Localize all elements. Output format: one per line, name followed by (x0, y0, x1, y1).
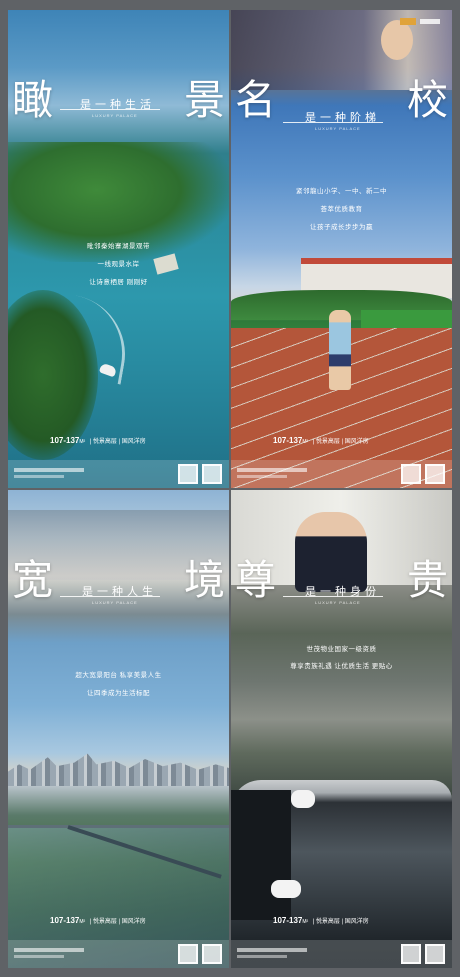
poster-school: 名 校 是一种阶梯 LUXURY PALACE 紧邻龍山小学、一中、新二中 荟萃… (231, 10, 452, 488)
contact-address (237, 475, 287, 478)
qr-code-icon (202, 464, 222, 484)
qr-code-icon (202, 944, 222, 964)
white-glove (271, 880, 301, 898)
qr-code-icon (178, 944, 198, 964)
poster-footer: 107-137M² | 悦景高层 | 国风洋房 (8, 426, 229, 488)
copy-line: 让孩子成长步步为赢 (310, 224, 373, 231)
copy-line: 荟萃优质教育 (320, 206, 363, 213)
qr-code-icon (425, 944, 445, 964)
contact-address (14, 955, 64, 958)
child-with-backpack (329, 310, 351, 390)
headline-left-char: 名 (235, 76, 276, 124)
copy-line: 尊享贵族礼遇 让优质生活 更贴心 (290, 663, 393, 670)
copy-line: 一线观景水岸 (97, 261, 140, 268)
tagline: 是一种身份 (305, 585, 380, 598)
contact-phone (14, 948, 84, 952)
headline-right-char: 景 (184, 76, 225, 124)
tagline-en: LUXURY PALACE (92, 113, 138, 118)
spec-types: | 悦景高层 | 国风洋房 (89, 919, 146, 925)
contact-phone (14, 468, 84, 472)
specs-line: 107-137M² | 悦景高层 | 国风洋房 (50, 430, 146, 448)
poster-footer: 107-137M² | 悦景高层 | 国风洋房 (231, 426, 452, 488)
headline-right-char: 境 (184, 556, 225, 604)
qr-code-icon (401, 944, 421, 964)
contact-bar (8, 460, 229, 488)
tagline-en: LUXURY PALACE (315, 126, 361, 131)
spec-types: | 悦景高层 | 国风洋房 (312, 919, 369, 925)
spec-area: 107-137 (273, 436, 303, 445)
copy-line: 世茂物业国家一级资质 (306, 646, 377, 653)
contact-phone (237, 948, 307, 952)
butler-sleeve (231, 790, 291, 920)
headline-left-char: 宽 (12, 556, 53, 604)
specs-line: 107-137M² | 悦景高层 | 国风洋房 (50, 910, 146, 928)
tagline-en: LUXURY PALACE (92, 600, 138, 605)
poster-lake-view: 瞰 景 是一种生活 LUXURY PALACE 毗邻秦始寨湖景观带 一线观景水岸… (8, 10, 229, 488)
qr-code-icon (178, 464, 198, 484)
contact-bar (231, 940, 452, 968)
contact-bar (231, 460, 452, 488)
spec-unit: M² (302, 439, 309, 445)
qr-code-icon (425, 464, 445, 484)
poster-butler: 尊 贵 是一种身份 LUXURY PALACE 世茂物业国家一级资质 尊享贵族礼… (231, 490, 452, 968)
contact-address (237, 955, 287, 958)
qr-code-icon (401, 464, 421, 484)
poster-balcony: 宽 境 是一种人生 LUXURY PALACE 超大宽景阳台 私享美景人生 让四… (8, 490, 229, 968)
headline-right-char: 贵 (407, 556, 448, 604)
specs-line: 107-137M² | 悦景高层 | 国风洋房 (273, 430, 369, 448)
tagline: 是一种人生 (82, 585, 157, 598)
copy-line: 紧邻龍山小学、一中、新二中 (296, 188, 387, 195)
poster-footer: 107-137M² | 悦景高层 | 国风洋房 (231, 906, 452, 968)
specs-line: 107-137M² | 悦景高层 | 国风洋房 (273, 910, 369, 928)
contact-address (14, 475, 64, 478)
spec-types: | 悦景高层 | 国风洋房 (89, 439, 146, 445)
developer-logo (400, 18, 440, 26)
copy-line: 毗邻秦始寨湖景观带 (87, 243, 150, 250)
headline-left-char: 尊 (235, 556, 276, 604)
spec-unit: M² (302, 919, 309, 925)
spec-area: 107-137 (50, 916, 80, 925)
copy-line: 超大宽景阳台 私享美景人生 (75, 672, 162, 679)
spec-unit: M² (79, 919, 86, 925)
tagline-en: LUXURY PALACE (315, 600, 361, 605)
copy-line: 让四季成为生活标配 (87, 690, 150, 697)
contact-phone (237, 468, 307, 472)
spec-area: 107-137 (50, 436, 80, 445)
headline-right-char: 校 (407, 76, 448, 124)
contact-bar (8, 940, 229, 968)
headline-left-char: 瞰 (12, 76, 53, 124)
copy-line: 让诗意栖居 刚刚好 (89, 279, 148, 286)
tagline: 是一种阶梯 (305, 111, 380, 124)
tagline: 是一种生活 (80, 98, 155, 111)
student-portrait (381, 20, 413, 60)
butler-image (295, 512, 367, 592)
spec-area: 107-137 (273, 916, 303, 925)
spec-unit: M² (79, 439, 86, 445)
spec-types: | 悦景高层 | 国风洋房 (312, 439, 369, 445)
white-glove (291, 790, 315, 808)
poster-footer: 107-137M² | 悦景高层 | 国风洋房 (8, 906, 229, 968)
